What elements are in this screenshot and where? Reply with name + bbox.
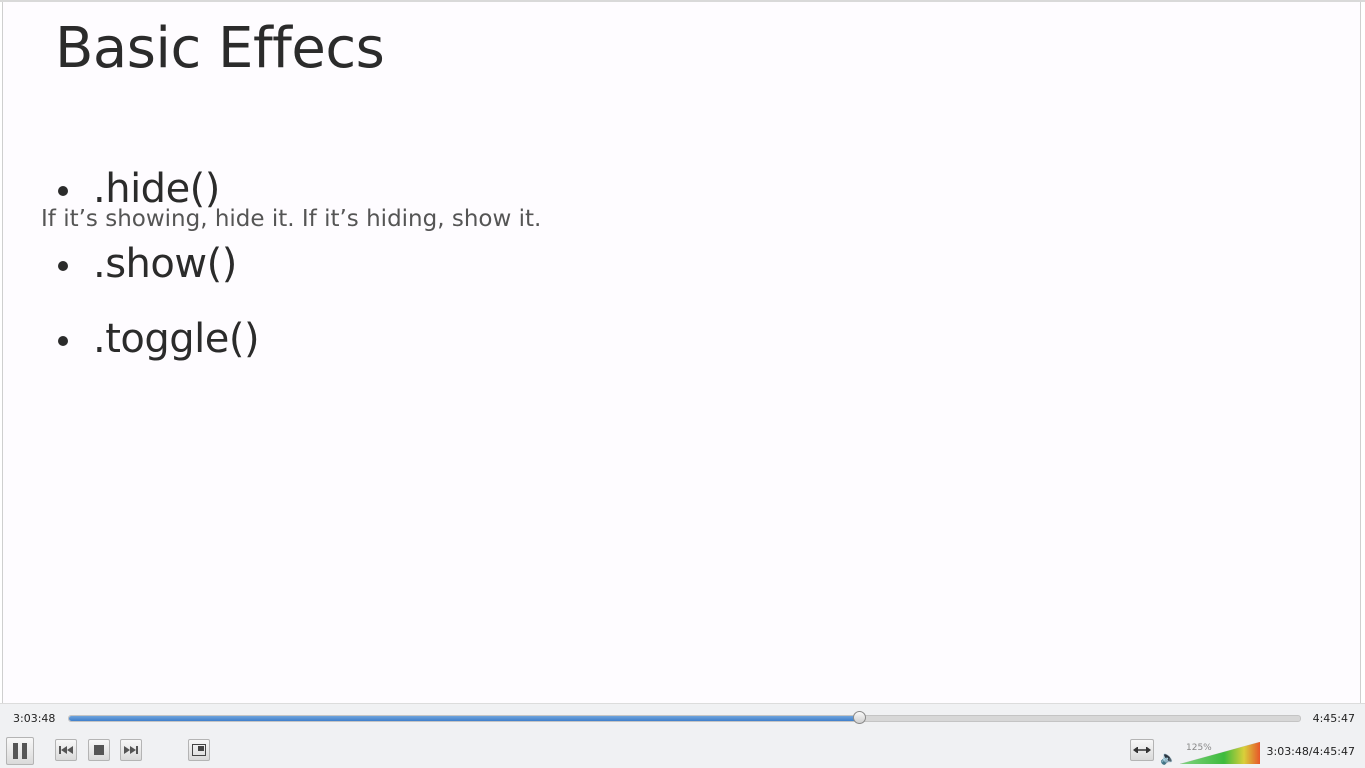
slide-title: Basic Effecs xyxy=(55,16,385,81)
stop-button[interactable] xyxy=(88,739,110,761)
player-controls: 3:03:48 4:45:47 🔈 125% 3:03:48/4:45:47 xyxy=(0,703,1365,768)
bullet-dot xyxy=(58,336,68,346)
bullet-text: .toggle() xyxy=(93,316,260,362)
bullet-subtext: If it’s showing, hide it. If it’s hiding… xyxy=(41,206,542,232)
volume-percent: 125% xyxy=(1186,743,1212,753)
stop-icon xyxy=(94,745,104,755)
player-window: Basic Effecs .hide() .show() .toggle() I… xyxy=(0,0,1365,768)
video-area[interactable]: Basic Effecs .hide() .show() .toggle() I… xyxy=(2,2,1361,703)
skip-forward-icon xyxy=(124,746,138,754)
pause-button[interactable] xyxy=(6,737,34,765)
aspect-ratio-icon xyxy=(1133,747,1151,753)
aspect-ratio-button[interactable] xyxy=(1130,739,1154,761)
seek-bar[interactable] xyxy=(68,711,1301,724)
previous-button[interactable] xyxy=(55,739,77,761)
seek-handle[interactable] xyxy=(853,711,867,724)
seek-bar-fill xyxy=(69,716,860,721)
skip-back-icon xyxy=(59,746,73,754)
frame-button[interactable] xyxy=(188,739,210,761)
speaker-icon[interactable]: 🔈 xyxy=(1160,751,1176,766)
time-elapsed-total: 3:03:48/4:45:47 xyxy=(1266,745,1355,758)
bullet-text: .show() xyxy=(93,241,237,287)
elapsed-time: 3:03:48 xyxy=(13,712,56,725)
duration-time: 4:45:47 xyxy=(1312,712,1355,725)
bullet-dot xyxy=(58,186,68,196)
pause-icon xyxy=(13,743,27,759)
frame-icon xyxy=(192,744,206,756)
bullet-dot xyxy=(58,261,68,271)
next-button[interactable] xyxy=(120,739,142,761)
